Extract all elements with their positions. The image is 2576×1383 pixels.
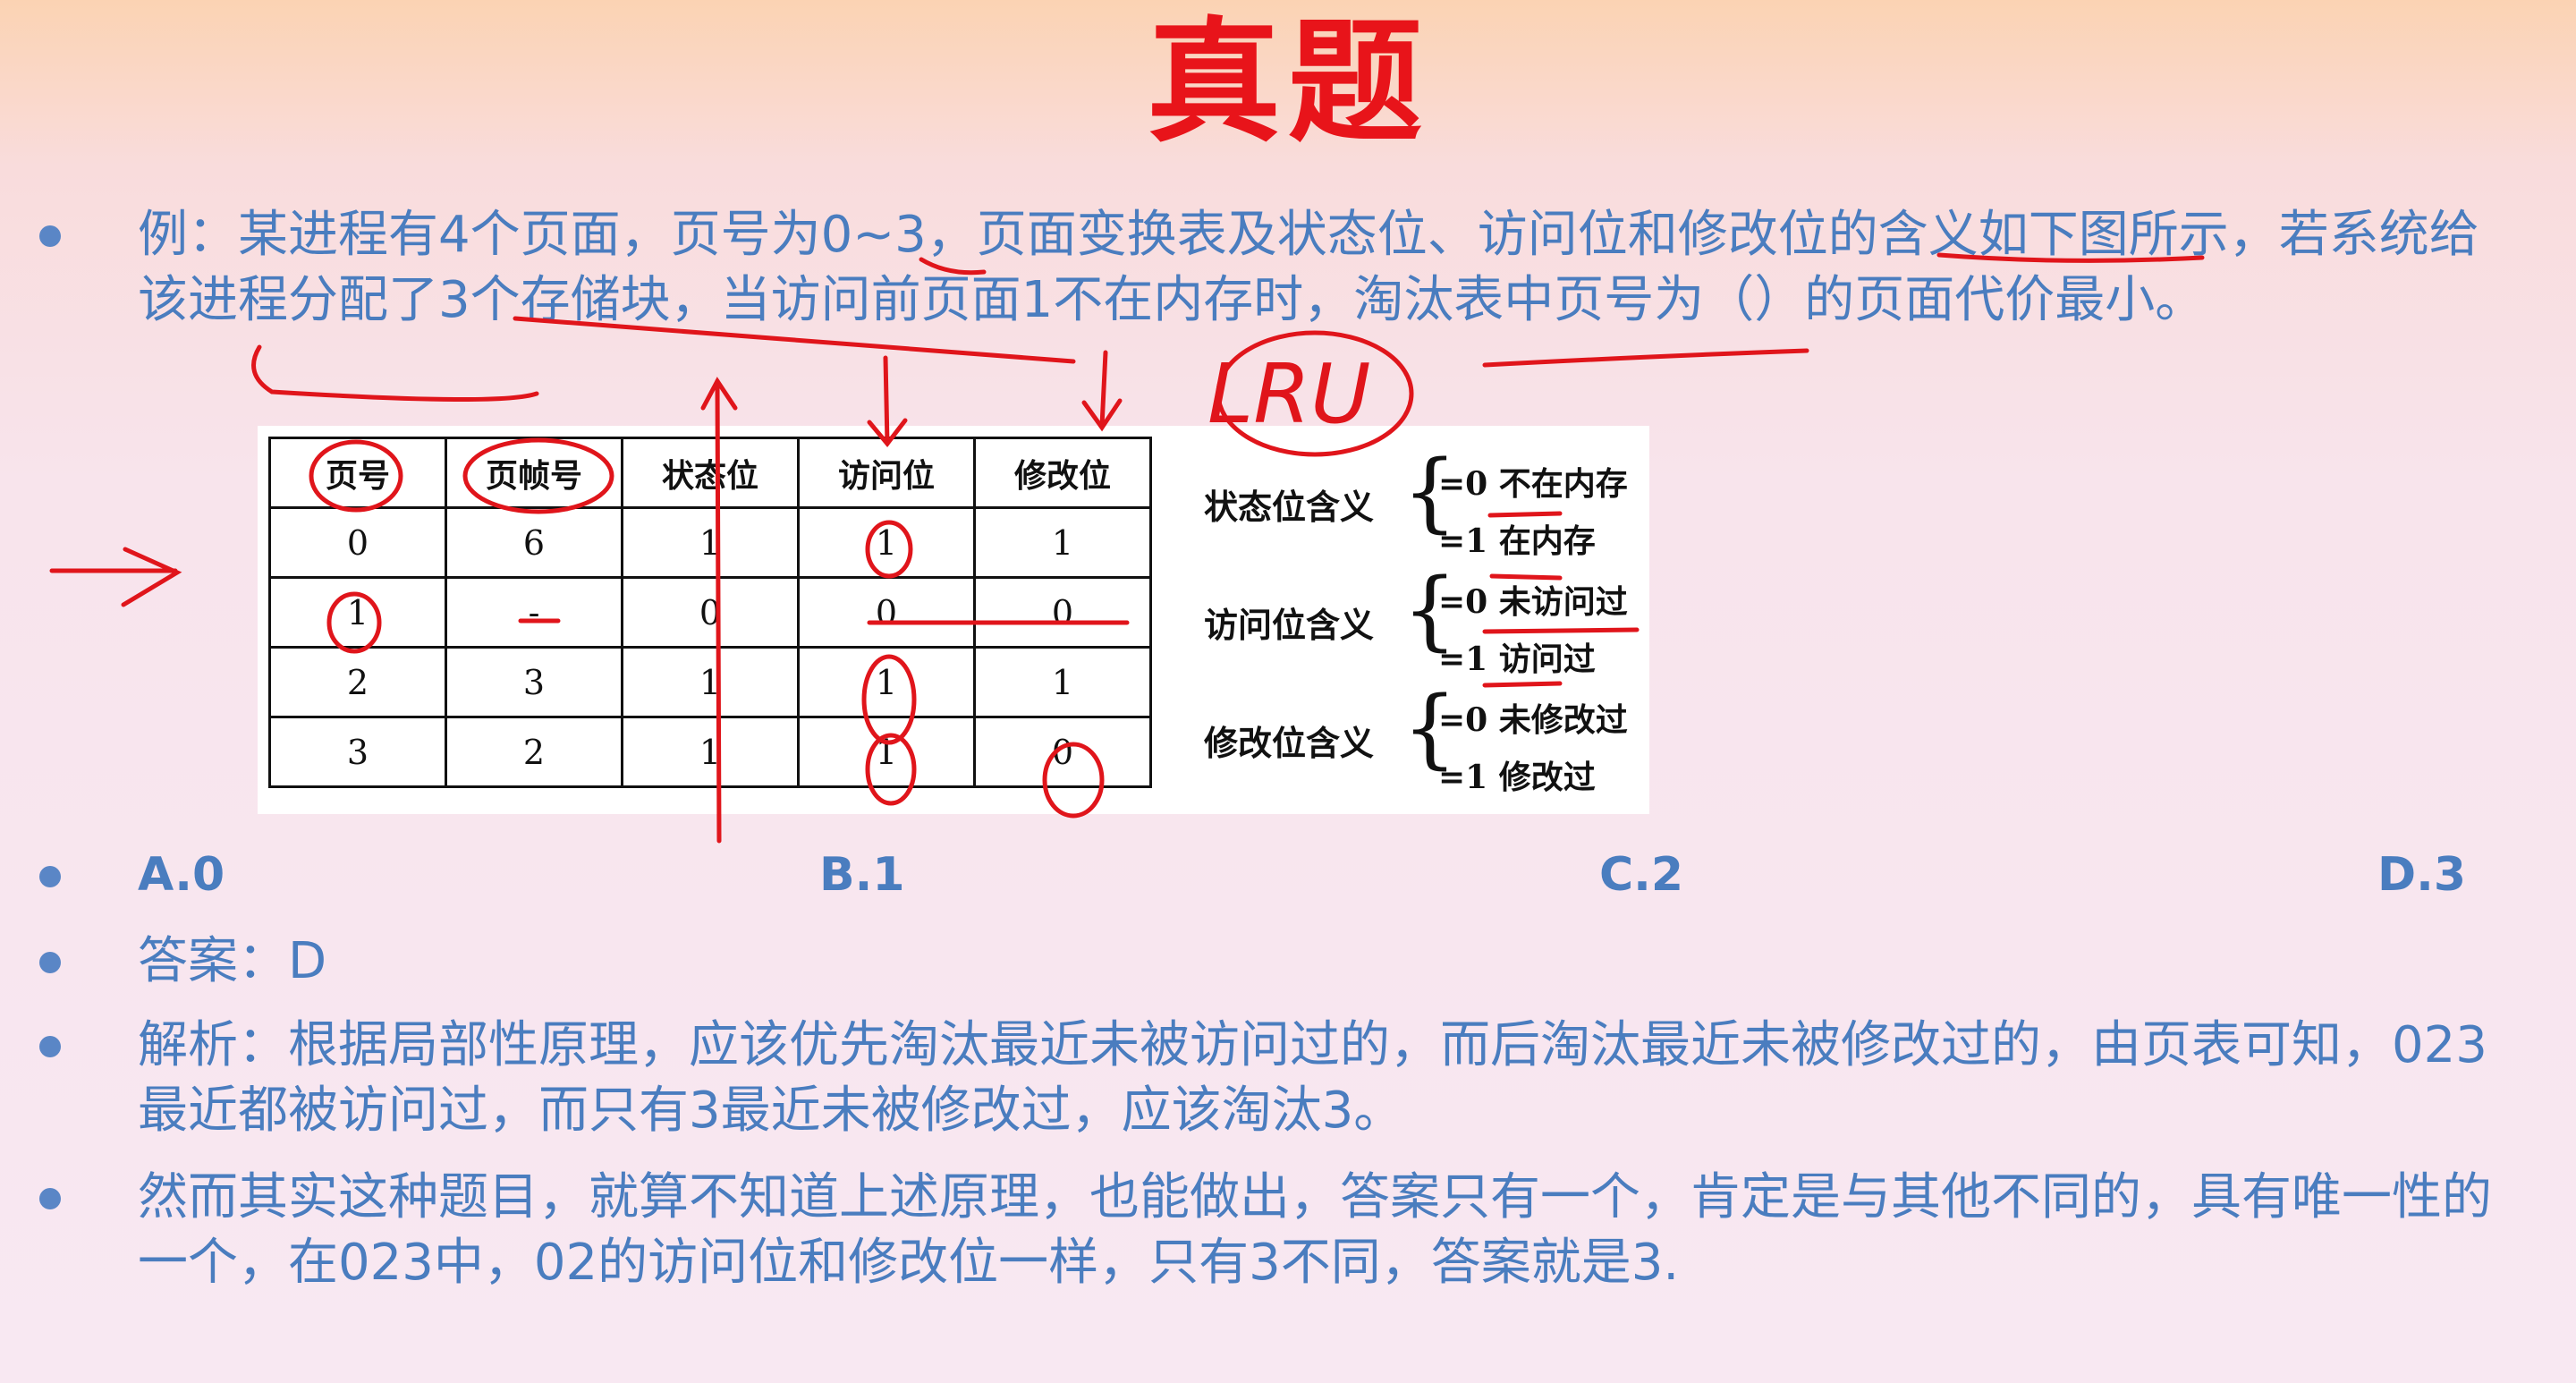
table-cell: 0 bbox=[973, 716, 1152, 788]
legend-status-bit: 状态位含义 { =0 不在内存 =1 在内存 bbox=[1204, 445, 1642, 562]
legend-value: =1 在内存 bbox=[1438, 522, 1596, 560]
table-row: 3 2 1 1 0 bbox=[268, 716, 1152, 788]
table-cell: 1 bbox=[797, 716, 976, 788]
table-row: 0 6 1 1 1 bbox=[268, 506, 1152, 579]
table-cell: 1 bbox=[621, 716, 800, 788]
note-text: 然而其实这种题目，就算不知道上述原理，也能做出，答案只有一个，肯定是与其他不同的… bbox=[138, 1168, 2492, 1292]
table-cell: 2 bbox=[268, 646, 447, 718]
header-cell: 状态位 bbox=[621, 437, 800, 509]
page-table: 页号 页帧号 状态位 访问位 修改位 0 6 1 1 1 1 - 0 0 0 2… bbox=[268, 437, 1152, 788]
table-cell: 1 bbox=[797, 646, 976, 718]
question-text: 例：某进程有4个页面，页号为0~3，页面变换表及状态位、访问位和修改位的含义如下… bbox=[138, 206, 2479, 329]
table-cell: 0 bbox=[797, 576, 976, 649]
bullet-analysis bbox=[39, 1036, 61, 1057]
bullet-note bbox=[39, 1188, 61, 1209]
table-cell: 3 bbox=[445, 646, 623, 718]
header-cell: 页号 bbox=[268, 437, 447, 509]
bullet-options bbox=[39, 866, 61, 887]
analysis-text: 解析：根据局部性原理，应该优先淘汰最近未被访问过的，而后淘汰最近未被修改过的，由… bbox=[138, 1016, 2487, 1140]
option-b: B.1 bbox=[819, 848, 905, 902]
table-header-row: 页号 页帧号 状态位 访问位 修改位 bbox=[268, 437, 1152, 509]
table-cell: 1 bbox=[973, 506, 1152, 579]
header-cell: 修改位 bbox=[973, 437, 1152, 509]
table-cell: 3 bbox=[268, 716, 447, 788]
header-cell: 页帧号 bbox=[445, 437, 623, 509]
legend-value: =0 未修改过 bbox=[1438, 701, 1628, 739]
legend-label: 修改位含义 bbox=[1204, 723, 1375, 763]
table-cell: 0 bbox=[268, 506, 447, 579]
answer-options: A.0 B.1 C.2 D.3 bbox=[138, 848, 2467, 911]
bullet-answer bbox=[39, 952, 61, 973]
option-c: C.2 bbox=[1599, 848, 1684, 902]
legend-label: 状态位含义 bbox=[1204, 487, 1375, 527]
legend-access-bit: 访问位含义 { =0 未访问过 =1 访问过 bbox=[1204, 564, 1642, 680]
option-d: D.3 bbox=[2377, 848, 2467, 902]
header-cell: 访问位 bbox=[797, 437, 976, 509]
legend-value: =0 未访问过 bbox=[1438, 583, 1628, 621]
table-cell: 2 bbox=[445, 716, 623, 788]
option-a: A.0 bbox=[138, 848, 225, 902]
table-cell: 0 bbox=[621, 576, 800, 649]
table-cell: 6 bbox=[445, 506, 623, 579]
table-cell: 1 bbox=[621, 506, 800, 579]
table-cell: - bbox=[445, 576, 623, 649]
table-cell: 1 bbox=[973, 646, 1152, 718]
legend-value: =1 修改过 bbox=[1438, 759, 1596, 796]
answer-text: 答案：D bbox=[138, 932, 327, 990]
legend-value: =1 访问过 bbox=[1438, 641, 1596, 678]
slide-title: 真题 bbox=[1146, 4, 1429, 161]
page-table-figure: 页号 页帧号 状态位 访问位 修改位 0 6 1 1 1 1 - 0 0 0 2… bbox=[258, 426, 1649, 814]
legend-label: 访问位含义 bbox=[1204, 605, 1375, 645]
legend-modify-bit: 修改位含义 { =0 未修改过 =1 修改过 bbox=[1204, 682, 1642, 798]
legend-value: =0 不在内存 bbox=[1438, 465, 1628, 503]
table-cell: 1 bbox=[268, 576, 447, 649]
table-row: 1 - 0 0 0 bbox=[268, 576, 1152, 649]
table-cell: 1 bbox=[621, 646, 800, 718]
table-cell: 0 bbox=[973, 576, 1152, 649]
bullet-question bbox=[39, 225, 61, 247]
bit-meaning-legend: 状态位含义 { =0 不在内存 =1 在内存 访问位含义 { =0 未访问过 =… bbox=[1204, 445, 1642, 803]
table-row: 2 3 1 1 1 bbox=[268, 646, 1152, 718]
table-cell: 1 bbox=[797, 506, 976, 579]
